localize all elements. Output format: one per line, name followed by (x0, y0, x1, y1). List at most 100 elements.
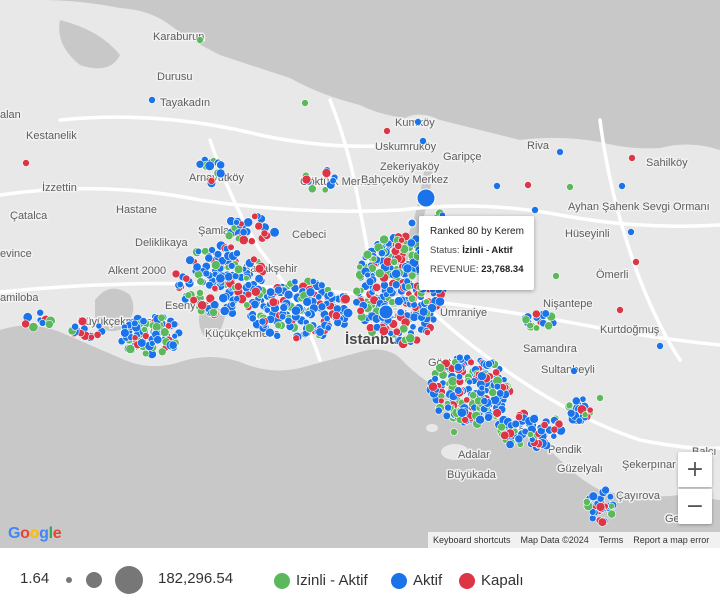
location-marker[interactable] (250, 255, 258, 264)
location-marker[interactable] (197, 300, 208, 311)
location-marker[interactable] (393, 296, 404, 306)
location-marker[interactable] (364, 271, 371, 279)
location-marker[interactable] (340, 294, 351, 305)
location-marker[interactable] (442, 411, 451, 421)
location-marker[interactable] (301, 174, 312, 185)
location-marker[interactable] (207, 176, 216, 185)
location-marker[interactable] (484, 412, 493, 422)
location-marker[interactable] (307, 184, 317, 194)
location-marker[interactable] (450, 428, 458, 436)
location-marker[interactable] (302, 297, 313, 307)
location-marker[interactable] (171, 269, 181, 279)
location-marker-large[interactable] (416, 188, 436, 208)
location-marker[interactable] (244, 290, 253, 299)
location-marker[interactable] (497, 422, 506, 432)
location-marker[interactable] (478, 384, 486, 392)
location-marker[interactable] (248, 314, 257, 323)
location-marker[interactable] (196, 288, 204, 297)
location-marker[interactable] (273, 331, 282, 340)
legend-item-aktif[interactable]: Aktif (391, 572, 442, 589)
location-marker[interactable] (227, 243, 235, 251)
location-marker[interactable] (216, 160, 226, 170)
location-marker[interactable] (423, 298, 430, 306)
location-marker[interactable] (284, 316, 293, 325)
location-marker[interactable] (210, 300, 220, 310)
map-layer[interactable]: KaraburunDurusuTayakadınKestanelikalanİz… (0, 0, 720, 548)
location-marker[interactable] (93, 330, 102, 339)
location-marker[interactable] (301, 99, 309, 107)
location-marker[interactable] (268, 297, 279, 307)
location-marker[interactable] (265, 327, 275, 338)
zoom-in-button[interactable]: + (678, 452, 712, 487)
location-marker[interactable] (157, 313, 166, 322)
location-marker[interactable] (571, 396, 581, 406)
location-marker[interactable] (38, 319, 47, 327)
location-marker[interactable] (466, 378, 473, 386)
location-marker[interactable] (352, 286, 362, 296)
location-marker[interactable] (238, 235, 249, 246)
location-marker[interactable] (224, 231, 234, 240)
zoom-out-button[interactable]: − (678, 489, 712, 524)
location-marker-large[interactable] (378, 304, 394, 320)
location-marker[interactable] (304, 323, 315, 333)
location-marker[interactable] (254, 274, 264, 284)
location-marker[interactable] (244, 281, 253, 289)
location-marker[interactable] (566, 408, 576, 418)
location-marker[interactable] (531, 309, 541, 319)
location-marker[interactable] (408, 294, 417, 303)
location-marker[interactable] (254, 264, 265, 274)
keyboard-shortcuts-link[interactable]: Keyboard shortcuts (433, 535, 511, 545)
location-marker[interactable] (182, 274, 191, 283)
location-marker[interactable] (566, 183, 574, 191)
location-marker[interactable] (279, 303, 289, 312)
location-marker[interactable] (283, 289, 294, 300)
location-marker[interactable] (254, 221, 264, 231)
location-marker[interactable] (327, 290, 334, 298)
location-marker[interactable] (36, 308, 45, 317)
location-marker[interactable] (431, 375, 439, 383)
location-marker[interactable] (87, 333, 95, 341)
location-marker[interactable] (408, 271, 417, 280)
location-marker[interactable] (211, 260, 221, 270)
location-marker[interactable] (404, 283, 412, 291)
location-marker[interactable] (176, 280, 184, 289)
report-map-error-link[interactable]: Report a map error (633, 535, 709, 545)
location-marker[interactable] (71, 322, 79, 331)
location-marker[interactable] (263, 306, 271, 314)
location-marker[interactable] (28, 322, 39, 333)
location-marker[interactable] (233, 264, 244, 274)
location-marker[interactable] (247, 237, 256, 246)
location-marker[interactable] (379, 234, 389, 245)
location-marker[interactable] (488, 388, 498, 397)
location-marker[interactable] (444, 403, 452, 412)
location-marker[interactable] (22, 159, 30, 167)
map-canvas[interactable]: Karaburun Durusu Tayakadın Kestanelik alan İz… (0, 0, 720, 548)
location-marker[interactable] (550, 432, 558, 440)
location-marker[interactable] (419, 137, 427, 145)
location-marker[interactable] (95, 322, 103, 330)
location-marker[interactable] (391, 268, 402, 279)
location-marker[interactable] (588, 491, 599, 502)
location-marker[interactable] (540, 420, 549, 429)
location-marker[interactable] (556, 148, 564, 156)
location-marker[interactable] (266, 287, 276, 297)
location-marker[interactable] (315, 327, 325, 337)
location-marker[interactable] (233, 282, 243, 291)
location-marker[interactable] (184, 291, 193, 300)
location-marker[interactable] (131, 334, 139, 342)
location-marker[interactable] (455, 373, 464, 381)
location-marker[interactable] (365, 277, 375, 287)
location-marker[interactable] (309, 277, 317, 285)
terms-link[interactable]: Terms (599, 535, 624, 545)
location-marker[interactable] (208, 246, 216, 254)
location-marker[interactable] (233, 249, 241, 258)
location-marker[interactable] (243, 274, 250, 282)
location-marker[interactable] (402, 263, 413, 274)
location-marker[interactable] (292, 334, 301, 343)
location-marker[interactable] (290, 305, 301, 316)
location-marker[interactable] (243, 217, 254, 228)
location-marker[interactable] (524, 181, 532, 189)
location-marker[interactable] (315, 293, 323, 301)
location-marker[interactable] (137, 338, 147, 348)
location-marker[interactable] (185, 255, 195, 265)
